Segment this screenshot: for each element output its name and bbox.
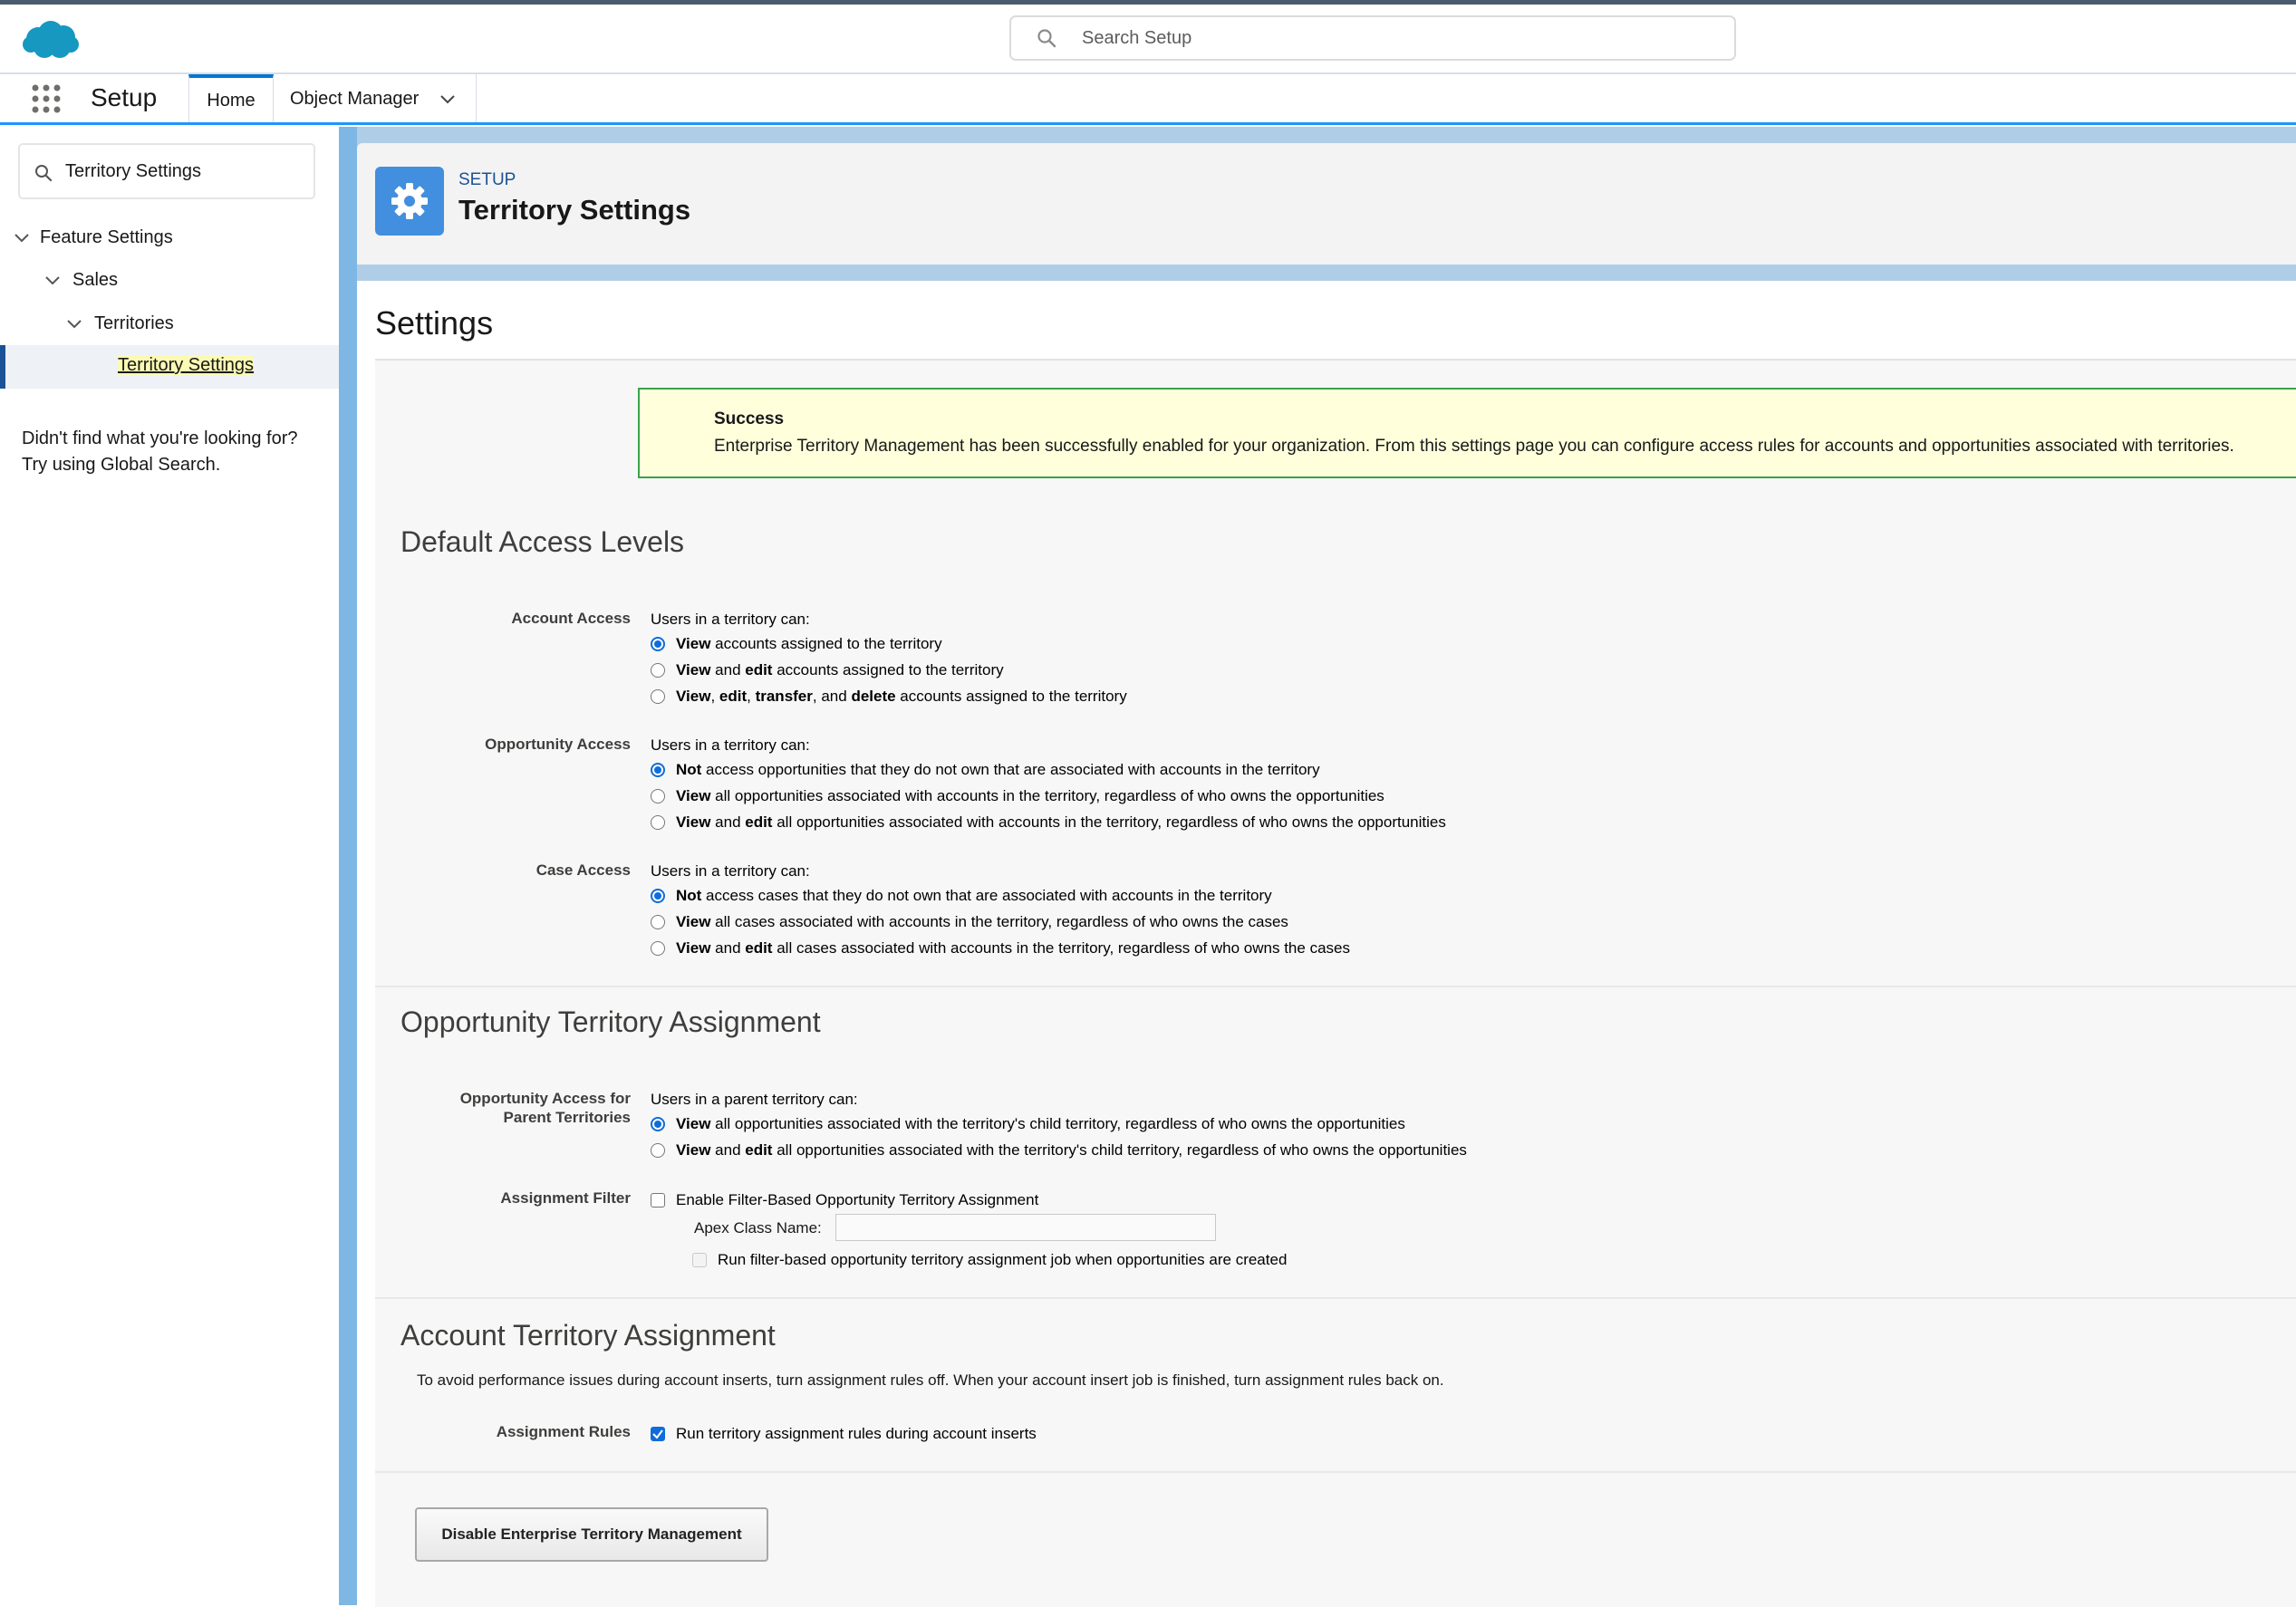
radio-selected[interactable] <box>651 637 665 651</box>
parent-territory-access-label: Opportunity Access for Parent Territorie… <box>393 1089 631 1127</box>
checkbox-checked[interactable] <box>651 1427 665 1441</box>
option-text: Run territory assignment rules during ac… <box>676 1425 1037 1442</box>
section-divider <box>375 986 2296 987</box>
radio[interactable] <box>651 941 665 956</box>
account-access-intro: Users in a territory can: <box>651 611 810 628</box>
case-access-intro: Users in a territory can: <box>651 862 810 880</box>
radio[interactable] <box>651 663 665 678</box>
section-default-access: Default Access Levels <box>400 525 685 558</box>
option-text: View and edit all opportunities associat… <box>676 813 1446 831</box>
success-message: Success Enterprise Territory Management … <box>638 388 2296 478</box>
page-header: SETUP Territory Settings <box>357 143 2296 265</box>
page-eyebrow: SETUP <box>458 170 516 189</box>
disable-etm-button[interactable]: Disable Enterprise Territory Management <box>415 1507 768 1562</box>
apex-class-input[interactable] <box>835 1214 1216 1241</box>
chevron-down-icon[interactable] <box>43 272 62 290</box>
opportunity-access-label: Opportunity Access <box>485 736 631 753</box>
search-icon <box>35 165 53 182</box>
apex-class-label: Apex Class Name: <box>694 1219 822 1237</box>
assignment-filter-label: Assignment Filter <box>500 1189 631 1207</box>
app-name: Setup <box>91 83 158 111</box>
option-text: View accounts assigned to the territory <box>676 635 942 652</box>
tree-item-sales[interactable]: Sales <box>0 260 339 302</box>
success-text: Enterprise Territory Management has been… <box>714 437 2234 456</box>
chevron-down-icon[interactable] <box>439 91 457 109</box>
option-text: View all opportunities associated with t… <box>676 1115 1405 1132</box>
tree-item-label[interactable]: Territory Settings <box>118 355 255 376</box>
checkbox[interactable] <box>651 1193 665 1208</box>
tree-item-label: Sales <box>72 270 119 290</box>
gear-icon <box>391 183 428 219</box>
option-text: Not access cases that they do not own th… <box>676 887 1272 904</box>
salesforce-logo-icon[interactable] <box>22 19 80 61</box>
checkbox-disabled <box>692 1253 707 1267</box>
section-opportunity-assignment: Opportunity Territory Assignment <box>400 1006 821 1038</box>
quick-find-input[interactable]: Territory Settings <box>18 143 315 199</box>
tab-object-manager-label: Object Manager <box>290 89 420 109</box>
case-access-label: Case Access <box>535 861 631 879</box>
setup-gear-icon <box>375 167 444 236</box>
account-access-label: Account Access <box>511 610 631 627</box>
radio[interactable] <box>651 689 665 704</box>
radio[interactable] <box>651 815 665 830</box>
tree-item-territories[interactable]: Territories <box>0 303 339 345</box>
option-text: View and edit all cases associated with … <box>676 939 1350 957</box>
tree-item-feature-settings[interactable]: Feature Settings <box>0 217 339 259</box>
tree-item-label: Feature Settings <box>40 227 173 247</box>
global-header: Search Setup <box>0 5 2296 74</box>
radio[interactable] <box>651 789 665 804</box>
setup-sidebar: Territory Settings Feature Settings Sale… <box>0 127 339 1605</box>
global-search-placeholder: Search Setup <box>1082 28 1192 48</box>
content-left-band <box>339 127 357 1605</box>
chevron-down-icon[interactable] <box>13 229 31 247</box>
assignment-rules-label: Assignment Rules <box>496 1423 631 1440</box>
radio-selected[interactable] <box>651 889 665 903</box>
sidebar-help-line2: Try using Global Search. <box>22 455 221 475</box>
section-account-assignment: Account Territory Assignment <box>400 1319 776 1352</box>
settings-panel: Success Enterprise Territory Management … <box>375 359 2296 1607</box>
success-title: Success <box>714 409 785 428</box>
sidebar-help-line1: Didn't find what you're looking for? <box>22 428 298 448</box>
checkmark-icon <box>652 1429 663 1439</box>
search-icon <box>1037 29 1056 48</box>
option-text: View all opportunities associated with a… <box>676 787 1384 804</box>
section-divider <box>375 1471 2296 1473</box>
opportunity-access-intro: Users in a territory can: <box>651 736 810 754</box>
parent-territory-intro: Users in a parent territory can: <box>651 1091 858 1108</box>
sidebar-help-text: Didn't find what you're looking for? Try… <box>22 426 297 478</box>
option-text: View all cases associated with accounts … <box>676 913 1288 930</box>
global-search-box[interactable]: Search Setup <box>1009 15 1736 61</box>
settings-heading: Settings <box>375 304 494 342</box>
quick-find-value: Territory Settings <box>65 161 202 181</box>
radio[interactable] <box>651 915 665 929</box>
page-title: Territory Settings <box>458 194 691 226</box>
tab-home[interactable]: Home <box>188 74 274 122</box>
tree-item-territory-settings[interactable]: Territory Settings <box>0 345 339 389</box>
parent-label-line1: Opportunity Access for <box>459 1090 631 1107</box>
radio-selected[interactable] <box>651 1117 665 1131</box>
tree-item-label: Territories <box>94 313 174 333</box>
section-divider <box>375 1297 2296 1299</box>
option-text: Run filter-based opportunity territory a… <box>718 1251 1288 1268</box>
option-text: View, edit, transfer, and delete account… <box>676 688 1127 705</box>
app-launcher-icon[interactable] <box>31 83 62 114</box>
option-text: View and edit accounts assigned to the t… <box>676 661 1004 678</box>
option-text: Enable Filter-Based Opportunity Territor… <box>676 1191 1039 1208</box>
parent-label-line2: Parent Territories <box>503 1109 631 1126</box>
account-assignment-note: To avoid performance issues during accou… <box>417 1371 1444 1389</box>
app-nav-bar: Setup Home Object Manager <box>0 74 2296 125</box>
chevron-down-icon[interactable] <box>65 315 83 333</box>
radio[interactable] <box>651 1143 665 1158</box>
settings-content: Settings Success Enterprise Territory Ma… <box>357 281 2296 1607</box>
option-text: Not access opportunities that they do no… <box>676 761 1320 778</box>
tab-object-manager[interactable]: Object Manager <box>275 74 477 122</box>
radio-selected[interactable] <box>651 763 665 777</box>
option-text: View and edit all opportunities associat… <box>676 1141 1467 1159</box>
